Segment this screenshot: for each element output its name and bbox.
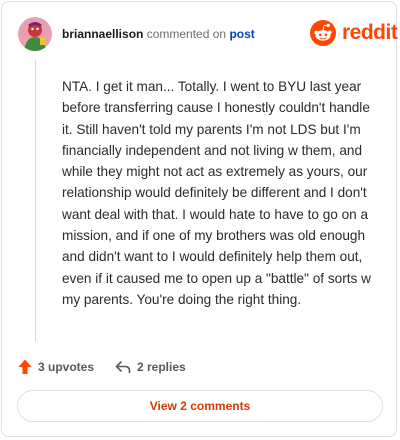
upvote-count: 3 upvotes	[38, 360, 95, 374]
reply-arrow-icon	[115, 361, 131, 374]
author-name[interactable]: briannaellison	[62, 27, 143, 41]
comment-body: NTA. I get it man... Totally. I went to …	[62, 79, 371, 307]
view-comments-button[interactable]: View 2 comments	[17, 390, 383, 422]
reddit-logo[interactable]: reddit	[310, 20, 398, 46]
reply-count: 2 replies	[137, 360, 186, 374]
post-link[interactable]: post	[229, 27, 254, 41]
upvote-button[interactable]: 3 upvotes	[18, 356, 94, 378]
comment-header: briannaellison commented on post reddit	[18, 17, 398, 51]
reddit-wordmark: reddit	[342, 21, 398, 44]
upvote-arrow-icon	[18, 359, 32, 374]
replies-button[interactable]: 2 replies	[115, 356, 186, 378]
reddit-snoo-icon	[310, 20, 336, 46]
thread-line[interactable]	[35, 60, 36, 342]
meta-action: commented on	[146, 27, 227, 41]
comment-actions: 3 upvotes 2 replies	[18, 356, 378, 378]
comment-meta: briannaellison commented on post	[62, 26, 255, 42]
user-avatar[interactable]	[18, 17, 52, 51]
